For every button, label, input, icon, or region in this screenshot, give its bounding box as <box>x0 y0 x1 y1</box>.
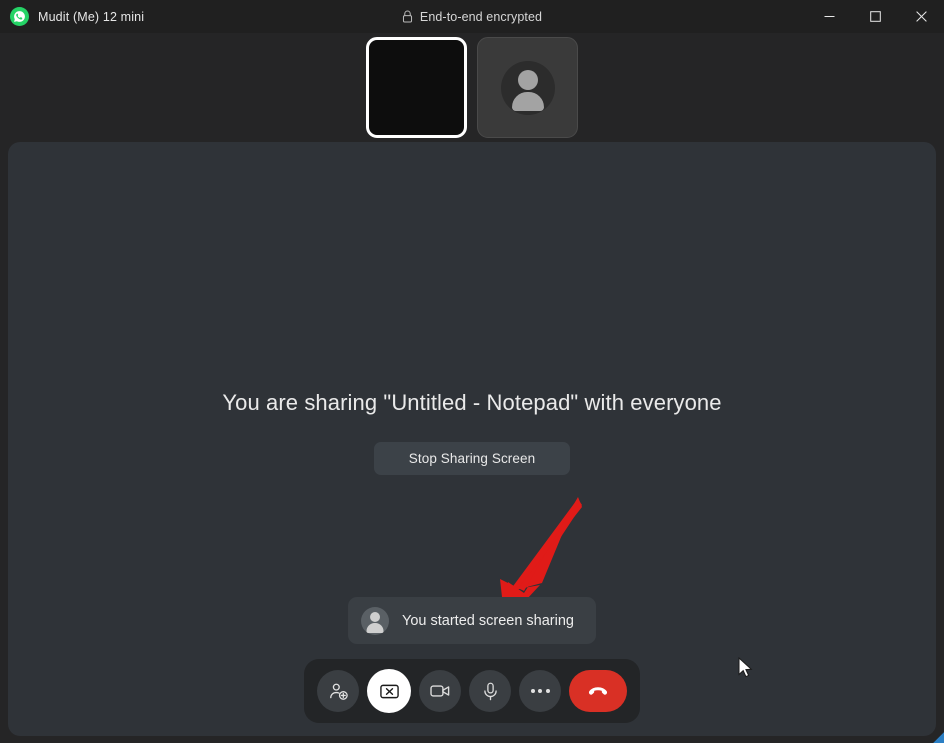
window-border-accent-bottom-right <box>932 731 944 743</box>
share-status-text: You are sharing "Untitled - Notepad" wit… <box>222 390 722 415</box>
window-controls <box>806 0 944 33</box>
toggle-video-button[interactable] <box>419 670 461 712</box>
end-call-icon <box>588 687 608 695</box>
close-icon <box>915 11 927 22</box>
maximize-icon <box>869 11 881 22</box>
whatsapp-call-window: Mudit (Me) 12 mini End-to-end encrypted <box>0 0 944 743</box>
participant-thumbnail-strip <box>0 33 944 142</box>
participant-thumbnail[interactable] <box>477 37 578 138</box>
end-call-button[interactable] <box>569 670 627 712</box>
whatsapp-logo-icon <box>10 7 29 26</box>
call-control-bar <box>304 659 640 723</box>
title-bar-left: Mudit (Me) 12 mini <box>0 7 144 26</box>
self-screen-share-thumbnail[interactable] <box>366 37 467 138</box>
lock-icon <box>402 10 412 23</box>
toggle-mic-button[interactable] <box>469 670 511 712</box>
share-info-block: You are sharing "Untitled - Notepad" wit… <box>8 390 936 475</box>
window-title: Mudit (Me) 12 mini <box>38 9 145 24</box>
title-bar: Mudit (Me) 12 mini End-to-end encrypted <box>0 0 944 33</box>
person-avatar-icon <box>500 60 555 115</box>
video-camera-icon <box>430 685 450 697</box>
minimize-button[interactable] <box>806 0 852 33</box>
toast-message: You started screen sharing <box>402 612 574 629</box>
stop-sharing-screen-button[interactable]: Stop Sharing Screen <box>374 442 570 475</box>
stop-screen-share-button[interactable] <box>367 669 411 713</box>
maximize-button[interactable] <box>852 0 898 33</box>
add-participant-button[interactable] <box>317 670 359 712</box>
person-avatar-icon <box>361 606 390 635</box>
more-horizontal-icon <box>530 689 550 693</box>
screen-share-off-icon <box>379 684 399 698</box>
encryption-label: End-to-end encrypted <box>419 9 543 24</box>
call-stage: You are sharing "Untitled - Notepad" wit… <box>8 142 936 736</box>
screen-share-toast: You started screen sharing <box>348 597 596 644</box>
close-button[interactable] <box>898 0 944 33</box>
microphone-icon <box>483 682 497 700</box>
person-add-icon <box>329 683 348 700</box>
minimize-icon <box>824 16 834 17</box>
more-options-button[interactable] <box>519 670 561 712</box>
